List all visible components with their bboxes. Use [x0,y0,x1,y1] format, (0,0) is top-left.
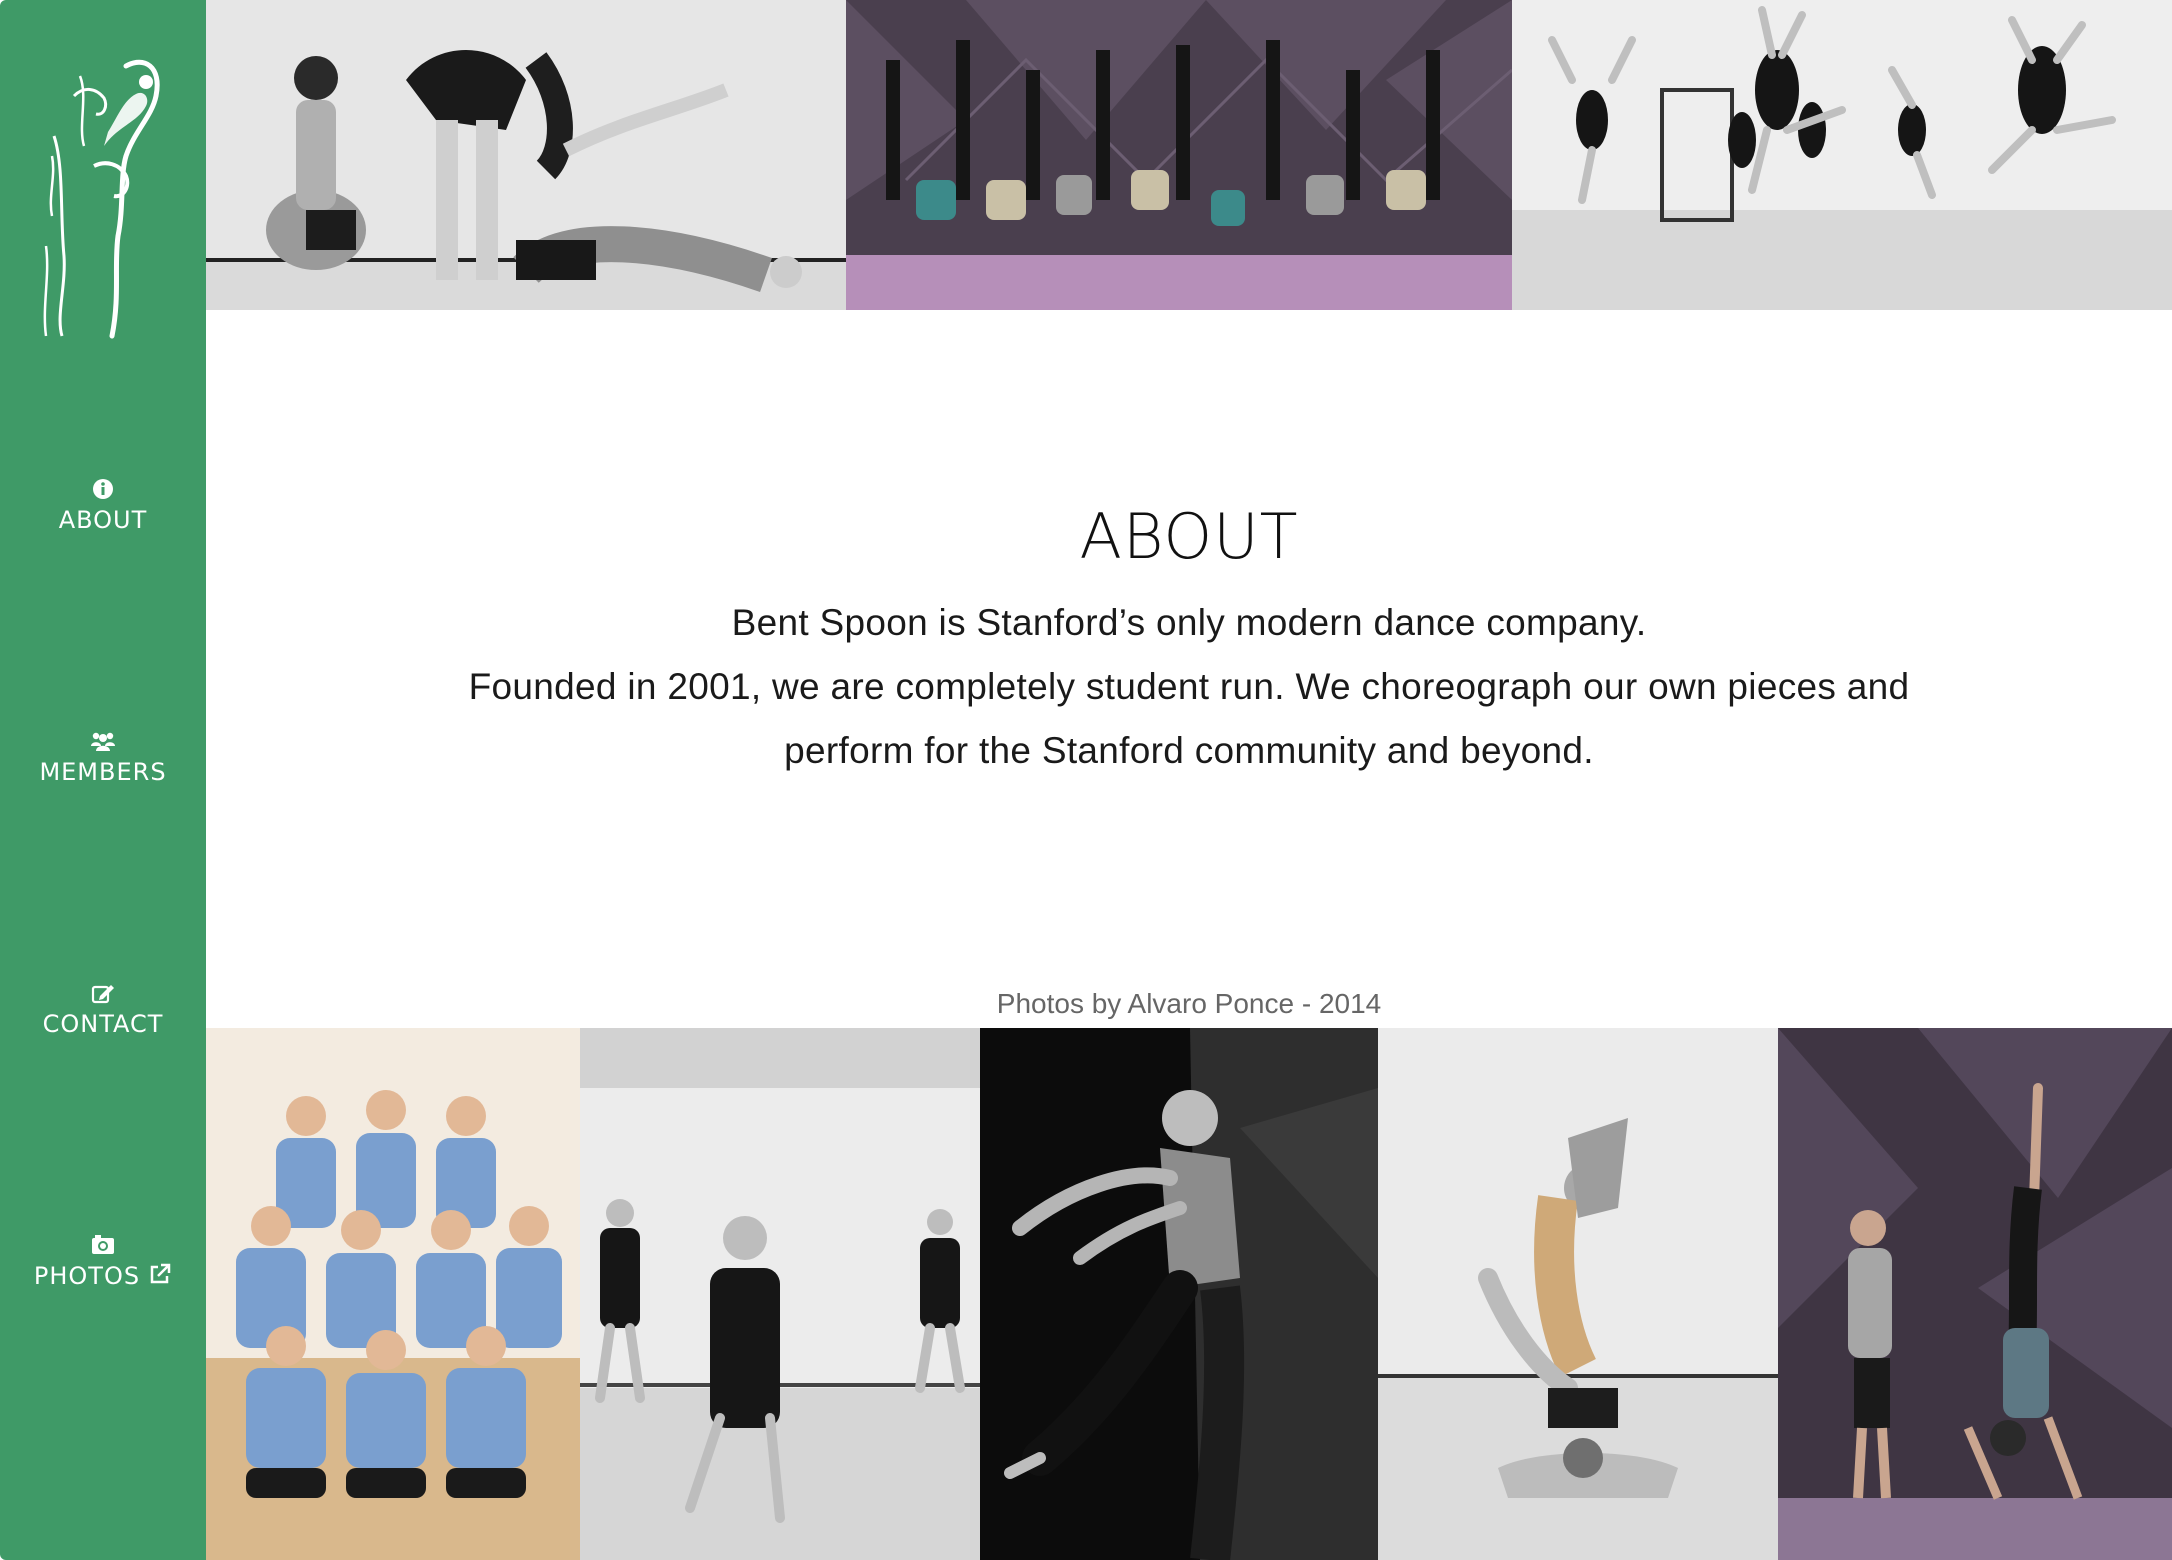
info-icon [93,479,113,499]
about-title: ABOUT [1079,500,1299,573]
nav-about-label: ABOUT [58,506,148,534]
photo-stage-solo [980,1028,1378,1560]
users-icon [91,732,115,751]
about-section: ABOUT Bent Spoon is Stanford’s only mode… [206,310,2172,1028]
nav-about[interactable]: ABOUT [0,478,206,534]
photo-studio-rehearsal [580,1028,980,1560]
nav-contact-label: CONTACT [42,1010,164,1038]
photo-stage-backbend [846,0,1512,310]
nav-photos[interactable]: PHOTOS [0,1234,206,1290]
bent-spoon-logo[interactable] [34,36,174,348]
nav-photos-label: PHOTOS [33,1262,141,1290]
about-text-line-1: Bent Spoon is Stanford’s only modern dan… [731,602,1647,643]
about-text-line-2: Founded in 2001, we are completely stude… [468,666,1910,707]
nav-members[interactable]: MEMBERS [0,730,206,786]
sidebar: ABOUT MEMBERS CONTACT PHOTOS [0,0,206,1560]
nav-members-label: MEMBERS [39,758,167,786]
photo-group-portrait [206,1028,580,1560]
photo-credit: Photos by Alvaro Ponce - 2014 [996,988,1382,1019]
photo-partner-lift [1378,1028,1778,1560]
photo-stage-handstand [1778,1028,2172,1560]
about-text-line-3: perform for the Stanford community and b… [784,730,1594,771]
external-link-icon [150,1263,171,1284]
nav-contact[interactable]: CONTACT [0,982,206,1038]
photo-studio-leaps [1512,0,2172,310]
camera-icon [92,1235,114,1254]
photo-dancers-floor-pose [206,0,846,310]
edit-icon [91,985,114,1004]
